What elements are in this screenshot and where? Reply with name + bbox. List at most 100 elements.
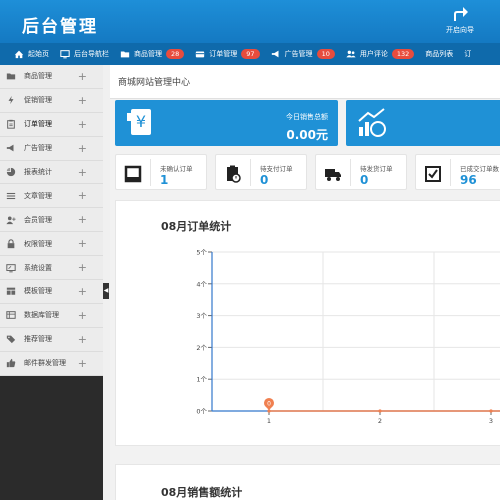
data-label: 0 (267, 401, 271, 408)
sidebar-item[interactable]: 系统设置 + (0, 256, 103, 281)
sidebar-item[interactable]: 商品管理 + (0, 65, 103, 89)
expand-plus-icon[interactable]: + (78, 166, 87, 179)
x-tick-label: 3 (489, 417, 493, 425)
count-badge: 28 (166, 49, 185, 59)
sidebar-item[interactable]: 会员管理 + (0, 208, 103, 233)
order-stat-value: 0 (360, 173, 369, 187)
order-stat-card[interactable]: 已成交订单数 96 (415, 154, 500, 190)
pie-chart-icon (6, 167, 16, 177)
sales-today-value: 0.00元 (286, 128, 328, 142)
square-icon (124, 165, 142, 183)
expand-plus-icon[interactable]: + (78, 285, 87, 298)
nav-item-label: 商品管理 (134, 50, 162, 58)
order-stat-card[interactable]: 未确认订单 1 (115, 154, 207, 190)
y-tick-label: 5个 (196, 249, 207, 257)
x-tick-label: 1 (267, 417, 271, 425)
order-stat-value: 1 (160, 173, 169, 187)
order-stat-card[interactable]: 待支付订单 0 (215, 154, 307, 190)
sidebar-item[interactable]: 推荐管理 + (0, 328, 103, 352)
yen-receipt-icon: ¥ (127, 109, 151, 135)
sidebar-item[interactable]: 广告管理 + (0, 137, 103, 161)
order-chart-card: 0个 1个 2个 3个 4个 5个 1 2 3 0 08月订单统计 (115, 200, 500, 446)
sidebar-item[interactable]: 促销管理 + (0, 89, 103, 113)
nav-item[interactable]: 起始页 (14, 49, 49, 59)
order-stat-value: 0 (260, 173, 269, 187)
expand-plus-icon[interactable]: + (78, 357, 87, 370)
database-icon (6, 311, 16, 320)
lock-icon (7, 238, 15, 248)
folder-icon (6, 73, 16, 80)
desktop-icon (6, 263, 16, 272)
monitor-icon (60, 50, 70, 59)
x-tick-label: 2 (378, 417, 382, 425)
nav-item[interactable]: 订 (464, 49, 471, 59)
grid-icon (6, 288, 16, 296)
home-icon (14, 50, 24, 59)
order-stat-label: 已成交订单数 (460, 165, 499, 173)
order-chart-title: 08月订单统计 (161, 220, 232, 233)
order-stat-card[interactable]: 待发货订单 0 (315, 154, 407, 190)
expand-plus-icon[interactable]: + (78, 142, 87, 155)
sidebar-item[interactable]: 数据库管理 + (0, 304, 103, 328)
bolt-icon (8, 96, 14, 105)
expand-plus-icon[interactable]: + (78, 237, 87, 250)
sidebar-item[interactable]: 模板管理 + (0, 280, 103, 304)
sidebar-item-label: 促销管理 (24, 96, 52, 105)
y-tick-label: 1个 (196, 376, 207, 384)
sidebar-item[interactable]: 报表统计 + (0, 161, 103, 185)
data-point (378, 409, 382, 413)
sidebar-item-label: 邮件群发管理 (24, 359, 66, 368)
open-guide-button[interactable]: 开启向导 (440, 6, 480, 35)
megaphone-icon (271, 50, 279, 58)
y-tick-label: 4个 (196, 280, 207, 288)
expand-plus-icon[interactable]: + (78, 118, 87, 131)
expand-plus-icon[interactable]: + (78, 94, 87, 107)
count-badge: 132 (391, 49, 415, 59)
sidebar-item-label: 推荐管理 (24, 335, 52, 344)
nav-item[interactable]: 订单管理 97 (195, 49, 260, 59)
sidebar: 商品管理 + 促销管理 + 订单管理 + 广告管理 + 报表统计 + 文章管理 + 会员管理 + 权限管理 +… (0, 65, 103, 500)
nav-item[interactable]: 后台导航栏 (60, 49, 109, 59)
sales-today-card: ¥ 今日销售总额 0.00元 (115, 100, 338, 146)
expand-plus-icon[interactable]: + (78, 309, 87, 322)
svg-text:¥: ¥ (136, 112, 146, 131)
sidebar-item-label: 数据库管理 (24, 311, 59, 320)
megaphone-icon (6, 144, 14, 152)
nav-item-label: 商品列表 (425, 50, 454, 58)
nav-item[interactable]: 用户评论 132 (346, 49, 415, 59)
sidebar-item[interactable]: 文章管理 + (0, 184, 103, 209)
sales-chart-card: 08月销售额统计 (115, 464, 500, 500)
app-logo[interactable]: 后台管理 (22, 12, 98, 37)
user-plus-icon (6, 216, 16, 224)
nav-item-label: 广告管理 (284, 50, 313, 58)
nav-item-label: 起始页 (28, 50, 49, 58)
nav-item[interactable]: 商品列表 (425, 49, 453, 59)
expand-plus-icon[interactable]: + (78, 70, 87, 83)
order-stat-value: 96 (460, 173, 477, 187)
sidebar-item[interactable]: 订单管理 + (0, 113, 103, 137)
sidebar-item-label: 商品管理 (24, 72, 52, 81)
sidebar-item[interactable]: 邮件群发管理 + (0, 352, 103, 376)
users-icon (346, 50, 356, 58)
sidebar-item-label: 报表统计 (24, 168, 52, 176)
credit-card-icon (196, 51, 205, 58)
sidebar-item-label: 模板管理 (24, 287, 52, 296)
sales-stat-card (346, 100, 500, 146)
expand-plus-icon[interactable]: + (78, 189, 87, 202)
main-content: 商城网站管理中心 ¥ 今日销售总额 0.00元 未确认订单 1 待支付订单 0 待发货订… (110, 65, 500, 500)
order-stat-label: 待支付订单 (260, 165, 293, 173)
top-nav: 起始页 后台导航栏 商品管理 28 订单管理 97 广告管理 10 用户评论 132 商品列表 订 (0, 43, 500, 65)
nav-item[interactable]: 广告管理 10 (271, 49, 335, 59)
expand-plus-icon[interactable]: + (78, 333, 87, 346)
sidebar-item-label: 订单管理 (24, 120, 52, 129)
nav-item[interactable]: 商品管理 28 (120, 49, 185, 59)
order-stat-label: 未确认订单 (160, 165, 193, 173)
expand-plus-icon[interactable]: + (78, 261, 87, 274)
sidebar-item-label: 会员管理 (24, 215, 52, 224)
order-stat-label: 待发货订单 (360, 165, 393, 173)
sidebar-collapse-toggle[interactable]: ◀ (103, 283, 109, 299)
expand-plus-icon[interactable]: + (78, 213, 87, 226)
sidebar-item-label: 文章管理 (24, 191, 52, 200)
money-chart-icon (358, 108, 386, 137)
sidebar-item[interactable]: 权限管理 + (0, 232, 103, 257)
